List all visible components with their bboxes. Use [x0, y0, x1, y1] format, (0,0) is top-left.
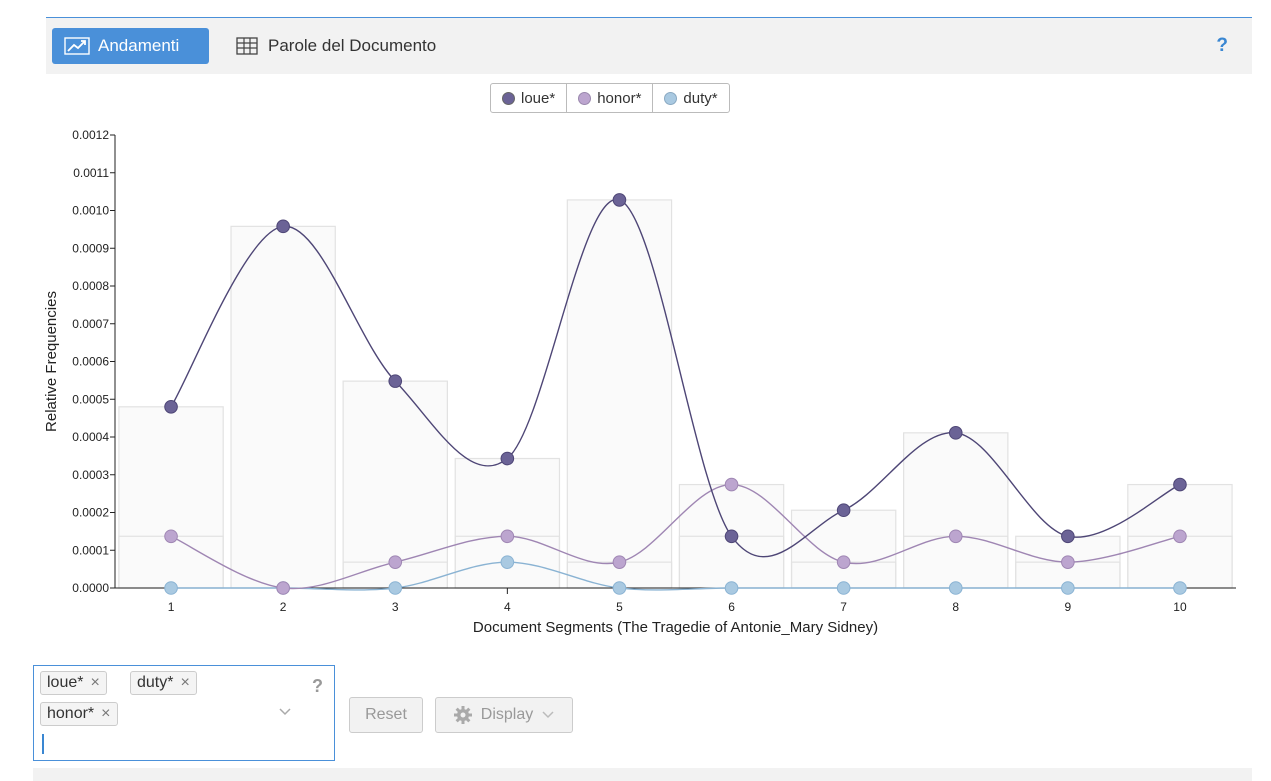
tag-honor: honor* ×	[40, 702, 118, 726]
chart-legend: loue* honor* duty*	[490, 83, 730, 113]
chevron-down-icon[interactable]	[278, 704, 292, 720]
tab-trends[interactable]: Andamenti	[52, 28, 209, 64]
data-point[interactable]	[500, 555, 515, 569]
tab-document-words-label: Parole del Documento	[268, 36, 437, 55]
data-point[interactable]	[388, 555, 403, 569]
data-point[interactable]	[500, 529, 515, 544]
data-point[interactable]	[500, 451, 515, 466]
y-tick-label: 0.0010	[72, 204, 109, 218]
data-point[interactable]	[724, 581, 739, 595]
tag-duty: duty* ×	[130, 671, 197, 695]
data-point[interactable]	[948, 581, 963, 595]
duty-swatch-icon	[664, 91, 678, 105]
data-point[interactable]	[948, 426, 963, 440]
y-tick-label: 0.0005	[72, 392, 109, 406]
legend-item-duty[interactable]: duty*	[653, 84, 728, 112]
y-tick-label: 0.0002	[72, 506, 109, 520]
remove-tag-icon[interactable]: ×	[180, 674, 189, 692]
background-bar	[790, 509, 897, 589]
remove-tag-icon[interactable]: ×	[101, 705, 110, 723]
remove-tag-icon[interactable]: ×	[90, 674, 99, 692]
y-tick-label: 0.0012	[72, 128, 109, 142]
query-help-icon[interactable]: ?	[312, 676, 323, 697]
x-tick-label: 1	[168, 600, 175, 614]
data-point[interactable]	[276, 581, 290, 595]
help-icon[interactable]: ?	[1216, 35, 1228, 57]
data-point[interactable]	[1173, 581, 1187, 595]
table-grid-icon	[236, 37, 258, 55]
tag-label: loue*	[47, 674, 84, 691]
tag-label: duty*	[137, 674, 174, 691]
y-axis-title: Relative Frequencies	[43, 291, 60, 432]
data-point[interactable]	[388, 374, 403, 388]
data-point[interactable]	[1061, 529, 1075, 544]
data-point[interactable]	[612, 193, 627, 207]
x-tick-label: 4	[504, 600, 511, 614]
x-tick-label: 9	[1065, 600, 1072, 614]
bottom-bar	[33, 768, 1252, 781]
query-tag-input[interactable]: loue* × duty* × honor* × ?	[33, 665, 335, 761]
gear-icon	[453, 706, 472, 724]
data-point[interactable]	[1061, 555, 1075, 569]
data-point[interactable]	[164, 529, 178, 544]
data-point[interactable]	[1173, 529, 1187, 544]
y-tick-label: 0.0004	[72, 430, 109, 444]
data-point[interactable]	[836, 581, 851, 595]
tab-document-words[interactable]: Parole del Documento	[236, 28, 436, 64]
data-point[interactable]	[1173, 477, 1187, 492]
y-tick-label: 0.0009	[72, 241, 109, 255]
text-cursor	[42, 734, 44, 754]
display-button[interactable]: Display	[435, 697, 573, 733]
y-tick-label: 0.0001	[72, 543, 109, 557]
data-point[interactable]	[836, 555, 851, 569]
chevron-down-icon	[542, 711, 554, 719]
legend-label: duty*	[683, 89, 718, 107]
background-bar	[118, 406, 224, 589]
x-tick-label: 7	[840, 600, 847, 614]
data-point[interactable]	[276, 219, 290, 234]
y-tick-label: 0.0008	[72, 279, 109, 293]
loue-swatch-icon	[502, 91, 515, 105]
data-point[interactable]	[164, 581, 178, 595]
legend-label: honor*	[597, 89, 642, 107]
honor-swatch-icon	[578, 91, 592, 105]
data-point[interactable]	[388, 581, 403, 595]
trend-chart-icon	[64, 37, 90, 55]
x-tick-label: 6	[728, 600, 735, 614]
x-tick-label: 3	[392, 600, 399, 614]
background-bar	[566, 199, 673, 589]
data-point[interactable]	[724, 477, 739, 492]
x-tick-label: 10	[1173, 600, 1187, 614]
x-tick-label: 2	[280, 600, 287, 614]
trends-chart: 0.0000 0.0001 0.0002 0.0003 0.0004 0.0005 0.00…	[43, 128, 1236, 636]
x-tick-label: 5	[616, 600, 623, 614]
y-tick-label: 0.0011	[73, 166, 109, 180]
tag-loue: loue* ×	[40, 671, 107, 695]
data-point[interactable]	[612, 581, 627, 595]
data-point[interactable]	[724, 529, 739, 544]
legend-label: loue*	[521, 89, 556, 107]
display-button-label: Display	[480, 706, 534, 723]
y-tick-label: 0.0007	[72, 317, 109, 331]
background-bars	[118, 199, 1233, 589]
data-point[interactable]	[612, 555, 627, 569]
data-point[interactable]	[836, 503, 851, 518]
toolbar: Andamenti Parole del Documento ?	[46, 18, 1252, 74]
data-point[interactable]	[164, 400, 178, 414]
tab-trends-label: Andamenti	[98, 36, 180, 55]
data-point[interactable]	[948, 529, 963, 544]
background-bar	[230, 225, 336, 589]
reset-button[interactable]: Reset	[349, 697, 423, 733]
y-tick-label: 0.0003	[72, 468, 109, 482]
x-tick-label: 8	[952, 600, 959, 614]
background-bar	[903, 432, 1009, 589]
legend-item-loue[interactable]: loue*	[491, 84, 568, 112]
y-tick-label: 0.0006	[72, 355, 109, 369]
x-axis-title: Document Segments (The Tragedie of Anton…	[473, 619, 878, 636]
y-tick-label: 0.0000	[72, 581, 109, 595]
legend-item-honor[interactable]: honor*	[567, 84, 654, 112]
data-point[interactable]	[1061, 581, 1075, 595]
tag-label: honor*	[47, 705, 95, 722]
